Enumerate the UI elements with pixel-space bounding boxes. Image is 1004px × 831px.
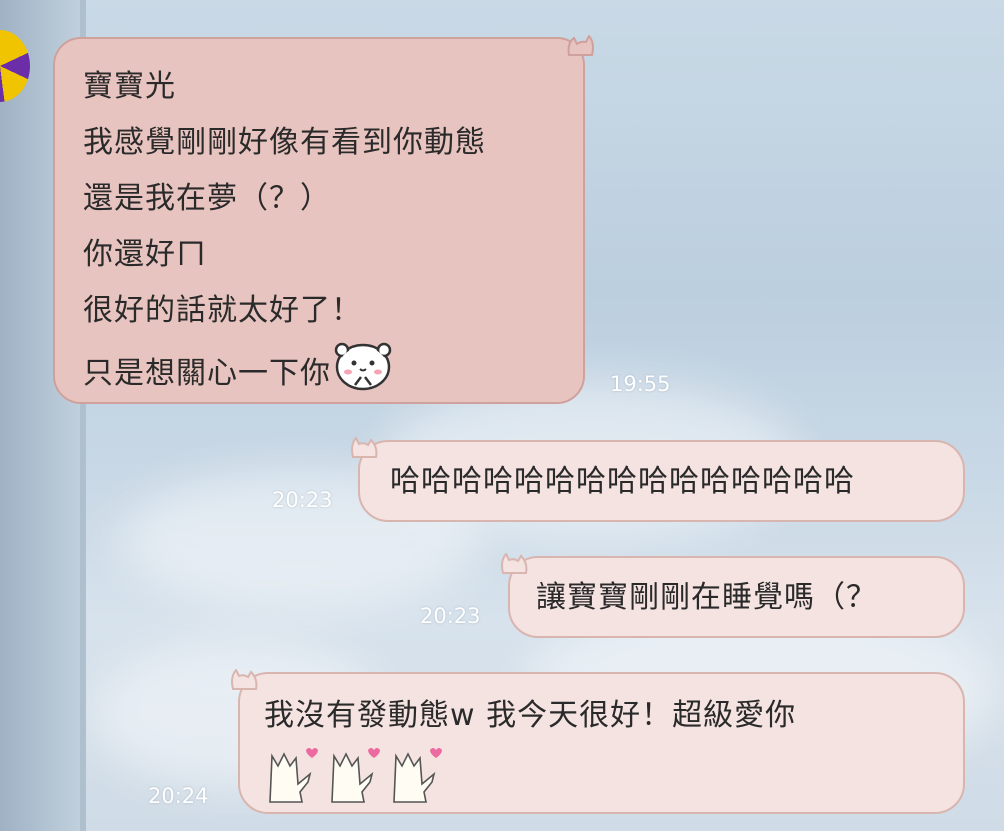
bubble-ear-icon [350, 437, 380, 459]
bubble-ear-icon [565, 35, 595, 57]
bubble-ear-icon [230, 669, 260, 691]
message-text: 讓寶寶剛剛在睡覺嗎（？ [536, 580, 877, 615]
message-line-text: 只是想關心一下你 [83, 356, 331, 391]
message-text: 哈哈哈哈哈哈哈哈哈哈哈哈哈哈哈 [390, 464, 855, 499]
message-line: 只是想關心一下你 [83, 339, 583, 410]
bubble-ear-icon [500, 553, 530, 575]
message-text: 我沒有發動態w 我今天很好！超級愛你 [264, 698, 797, 733]
message-bubble-outgoing[interactable]: 讓寶寶剛剛在睡覺嗎（？ [501, 553, 965, 638]
message-line: 寶寶光 [83, 69, 176, 104]
message-line: 還是我在夢（？） [83, 181, 331, 216]
dancing-cats-icon [262, 744, 462, 808]
message-line: 我感覺剛剛好像有看到你動態 [83, 125, 486, 160]
message-bubble-outgoing[interactable]: 哈哈哈哈哈哈哈哈哈哈哈哈哈哈哈 [351, 437, 965, 522]
message-time: 20:24 [148, 784, 209, 808]
message-time: 19:55 [610, 372, 671, 396]
message-time: 20:23 [420, 604, 481, 628]
message-bubble-incoming[interactable]: 寶寶光 我感覺剛剛好像有看到你動態 還是我在夢（？） 你還好ㄇ 很好的話就太好了… [53, 35, 594, 404]
message-line: 很好的話就太好了！ [83, 293, 362, 328]
message-bubble-outgoing[interactable]: 我沒有發動態w 我今天很好！超級愛你 [231, 669, 965, 814]
message-line: 你還好ㄇ [83, 237, 207, 272]
message-time: 20:23 [272, 488, 333, 512]
bear-face-icon [333, 339, 393, 410]
